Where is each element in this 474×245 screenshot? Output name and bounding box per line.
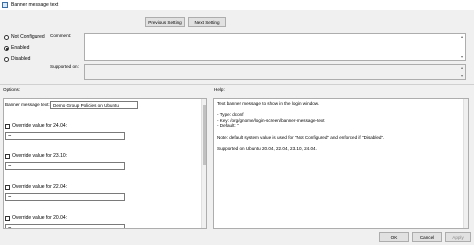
- previous-setting-button[interactable]: Previous Setting: [145, 17, 185, 27]
- banner-message-input[interactable]: Demo Group Policies on Ubuntu: [50, 101, 138, 109]
- scrollbar-thumb[interactable]: [203, 105, 206, 165]
- not-configured-radio[interactable]: Not Configured: [4, 34, 45, 40]
- checkbox-icon: [5, 153, 10, 159]
- override-23-10-input[interactable]: "": [5, 162, 125, 170]
- override-23-10-checkbox[interactable]: Override value for 23.10:: [5, 153, 67, 159]
- ok-button[interactable]: OK: [379, 232, 409, 242]
- scroll-down-icon[interactable]: ▼: [460, 74, 464, 78]
- supported-on-field: ▲ ▼: [84, 64, 466, 80]
- scroll-up-icon[interactable]: ▲: [460, 66, 464, 70]
- enabled-radio[interactable]: Enabled: [4, 45, 29, 51]
- radio-circle-icon: [4, 56, 9, 62]
- override-label: Override value for 24.04:: [12, 123, 68, 129]
- override-20-04-input[interactable]: "": [5, 224, 125, 228]
- radio-circle-icon: [4, 34, 9, 40]
- override-label: Override value for 20.04:: [12, 215, 68, 221]
- title-bar: Banner message text: [0, 0, 474, 10]
- help-scrollbar[interactable]: [463, 99, 468, 228]
- help-line: Supported on Ubuntu 20.04, 22.04, 23.10,…: [217, 145, 317, 151]
- options-scrollbar[interactable]: [201, 99, 206, 228]
- next-setting-button[interactable]: Next Setting: [188, 17, 226, 27]
- override-label: Override value for 23.10:: [12, 153, 68, 159]
- policy-settings-icon: [2, 2, 8, 8]
- override-22-04-input[interactable]: "": [5, 193, 125, 201]
- options-label: Options:: [3, 87, 21, 92]
- comment-label: Comment:: [50, 33, 72, 38]
- options-panel: Banner message text: Demo Group Policies…: [3, 98, 207, 229]
- help-label: Help:: [214, 87, 225, 92]
- scroll-up-icon[interactable]: ▲: [460, 35, 464, 39]
- not-configured-label: Not Configured: [11, 34, 45, 40]
- checkbox-icon: [5, 184, 10, 190]
- checkbox-icon: [5, 123, 10, 129]
- disabled-radio[interactable]: Disabled: [4, 56, 30, 62]
- checkbox-icon: [5, 215, 10, 221]
- apply-button[interactable]: Apply: [445, 232, 471, 242]
- comment-field[interactable]: ▲ ▼: [84, 33, 466, 61]
- override-24-04-checkbox[interactable]: Override value for 24.04:: [5, 123, 67, 129]
- disabled-label: Disabled: [11, 56, 31, 62]
- cancel-button[interactable]: Cancel: [412, 232, 442, 242]
- banner-message-label: Banner message text:: [5, 102, 50, 107]
- scroll-down-icon[interactable]: ▼: [460, 55, 464, 59]
- override-22-04-checkbox[interactable]: Override value for 22.04:: [5, 184, 67, 190]
- supported-on-label: Supported on:: [50, 64, 79, 69]
- radio-selected-icon: [4, 45, 9, 51]
- enabled-label: Enabled: [11, 45, 30, 51]
- window-title: Banner message text: [11, 2, 59, 8]
- help-panel: Text banner message to show in the login…: [213, 98, 469, 229]
- divider: [0, 84, 474, 85]
- override-20-04-checkbox[interactable]: Override value for 20.04:: [5, 215, 67, 221]
- override-label: Override value for 22.04:: [12, 184, 68, 190]
- override-24-04-input[interactable]: "": [5, 132, 125, 140]
